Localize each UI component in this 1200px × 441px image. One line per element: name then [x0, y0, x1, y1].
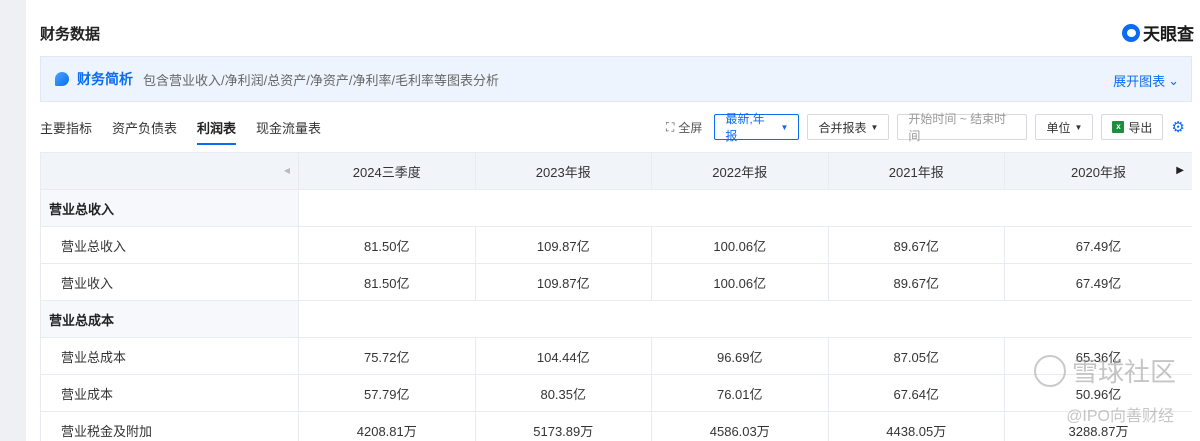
column-header-last: 2020年报 ▶ — [1004, 152, 1192, 190]
statement-type-select[interactable]: 合并报表 ▼ — [807, 114, 890, 140]
left-margin — [0, 0, 26, 441]
scroll-right-icon[interactable]: ▶ — [1176, 165, 1184, 176]
table-cell: 5173.89万 — [474, 411, 652, 441]
table-cell: 4208.81万 — [298, 411, 476, 441]
table-cell: 81.50亿 — [298, 226, 476, 264]
statement-type-label: 合并报表 — [818, 120, 867, 135]
export-button[interactable]: x 导出 — [1101, 114, 1164, 140]
table-cell: 109.87亿 — [474, 263, 652, 301]
table-row: 营业成本 57.79亿 80.35亿 76.01亿 67.64亿 50.96亿 — [40, 374, 1192, 412]
financial-data-panel: 财务数据 天眼查 财务简析 包含营业收入/净利润/总资产/净资产/净利率/毛利率… — [26, 0, 1200, 441]
brand-logo[interactable]: 天眼查 — [1122, 20, 1194, 45]
brand-name: 天眼查 — [1143, 25, 1194, 44]
table-cell: 75.72亿 — [298, 337, 476, 375]
column-header: 2022年报 — [651, 152, 829, 190]
period-select-label: 最新,年报 — [725, 112, 765, 143]
table-cell: 67.49亿 — [1004, 226, 1192, 264]
row-label: 营业税金及附加 — [40, 411, 299, 441]
table-cell: 104.44亿 — [474, 337, 652, 375]
tab-income-statement[interactable]: 利润表 — [197, 118, 237, 145]
caret-down-icon: ▼ — [780, 122, 789, 132]
table-cell: 87.05亿 — [827, 337, 1005, 375]
summary-bubble-icon — [55, 72, 69, 86]
tab-main-indicators[interactable]: 主要指标 — [40, 118, 92, 145]
table-cell: 57.79亿 — [298, 374, 476, 412]
table-cell: 67.49亿 — [1004, 263, 1192, 301]
watermark: 雪球社区 — [1033, 352, 1176, 389]
fullscreen-button[interactable]: ⛶ 全屏 — [666, 119, 702, 136]
expand-charts-label: 展开图表 — [1113, 74, 1166, 89]
table-cell: 4586.03万 — [651, 411, 829, 441]
column-header: 2020年报 — [1071, 164, 1126, 180]
tianyancha-logo-icon — [1122, 23, 1140, 42]
date-range-input[interactable]: 开始时间 ~ 结束时间 — [897, 112, 1028, 143]
xueqiu-logo-icon — [1033, 354, 1066, 387]
table-group-row: 营业总成本 — [40, 300, 1192, 338]
table-row: 营业总成本 75.72亿 104.44亿 96.69亿 87.05亿 65.36… — [40, 337, 1192, 375]
summary-description: 包含营业收入/净利润/总资产/净资产/净利率/毛利率等图表分析 — [143, 72, 500, 88]
fullscreen-label: 全屏 — [678, 120, 703, 135]
table-cell: 81.50亿 — [298, 263, 476, 301]
row-label: 营业收入 — [40, 263, 299, 301]
row-label: 营业总收入 — [40, 226, 299, 264]
table-cell: 89.67亿 — [827, 263, 1005, 301]
table-toolbar: ⛶ 全屏 最新,年报 ▼ 合并报表 ▼ 开始时间 ~ 结束时间 单位 ▼ x 导… — [666, 112, 1185, 143]
statement-tabs: 主要指标 资产负债表 利润表 现金流量表 — [40, 118, 321, 145]
export-label: 导出 — [1128, 120, 1153, 135]
label-column-header: ◀ — [40, 152, 299, 190]
table-cell: 100.06亿 — [651, 226, 829, 264]
table-cell: 67.64亿 — [827, 374, 1005, 412]
table-cell: 89.67亿 — [827, 226, 1005, 264]
table-cell: 96.69亿 — [651, 337, 829, 375]
column-header: 2023年报 — [474, 152, 652, 190]
unit-select-label: 单位 — [1046, 120, 1071, 135]
tab-cash-flow[interactable]: 现金流量表 — [256, 118, 321, 145]
watermark-sub: @IPO向善财经 — [1066, 408, 1174, 425]
tab-balance-sheet[interactable]: 资产负债表 — [112, 118, 177, 145]
page-title: 财务数据 — [40, 26, 101, 43]
chevron-down-icon: ⌄ — [1168, 72, 1179, 88]
income-statement-table: ◀ 2024三季度 2023年报 2022年报 2021年报 2020年报 ▶ … — [40, 152, 1192, 441]
caret-down-icon: ▼ — [1074, 122, 1083, 132]
group-label: 营业总成本 — [40, 300, 299, 338]
column-header: 2021年报 — [827, 152, 1005, 190]
table-row: 营业总收入 81.50亿 109.87亿 100.06亿 89.67亿 67.4… — [40, 226, 1192, 264]
column-header: 2024三季度 — [298, 152, 476, 190]
table-cell: 100.06亿 — [651, 263, 829, 301]
expand-charts-link[interactable]: 展开图表 ⌄ — [1113, 71, 1179, 90]
gear-icon[interactable]: ⚙ — [1171, 118, 1184, 136]
date-range-placeholder: 开始时间 ~ 结束时间 — [908, 112, 1007, 143]
table-header-row: ◀ 2024三季度 2023年报 2022年报 2021年报 2020年报 ▶ — [40, 152, 1192, 190]
financial-summary-bar: 财务简析 包含营业收入/净利润/总资产/净资产/净利率/毛利率等图表分析 展开图… — [40, 56, 1192, 102]
table-cell: 76.01亿 — [651, 374, 829, 412]
table-group-row: 营业总收入 — [40, 189, 1192, 227]
table-row: 营业税金及附加 4208.81万 5173.89万 4586.03万 4438.… — [40, 411, 1192, 441]
fullscreen-icon: ⛶ — [666, 119, 675, 134]
table-cell: 80.35亿 — [474, 374, 652, 412]
watermark-main: 雪球社区 — [1071, 357, 1176, 387]
row-label: 营业成本 — [40, 374, 299, 412]
summary-title: 财务简析 — [77, 71, 133, 87]
excel-icon: x — [1112, 121, 1125, 133]
table-cell: 4438.05万 — [827, 411, 1005, 441]
unit-select[interactable]: 单位 ▼ — [1035, 114, 1094, 140]
table-cell: 109.87亿 — [474, 226, 652, 264]
row-label: 营业总成本 — [40, 337, 299, 375]
caret-down-icon: ▼ — [870, 122, 879, 132]
table-row: 营业收入 81.50亿 109.87亿 100.06亿 89.67亿 67.49… — [40, 263, 1192, 301]
scroll-left-icon[interactable]: ◀ — [284, 166, 290, 175]
period-select[interactable]: 最新,年报 ▼ — [714, 112, 800, 143]
group-label: 营业总收入 — [40, 189, 299, 227]
